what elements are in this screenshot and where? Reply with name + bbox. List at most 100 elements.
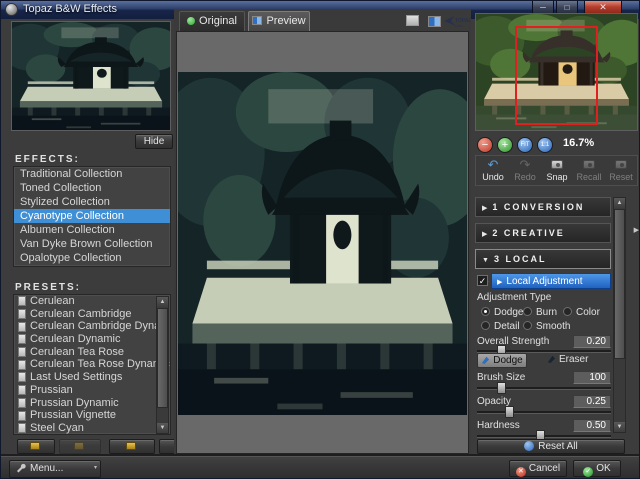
navigator-view-rectangle[interactable] — [515, 26, 599, 126]
scroll-up-icon[interactable]: ▲ — [157, 297, 168, 307]
cancel-icon: ✕ — [516, 467, 526, 477]
menu-button[interactable]: Menu... ▾ — [9, 460, 101, 478]
preset-file-icon — [18, 347, 26, 357]
effects-item[interactable]: Toned Collection — [14, 181, 170, 195]
preset-item[interactable]: Cerulean Cambridge Dynamic — [14, 320, 170, 333]
radio-icon — [523, 321, 532, 330]
save-preset-button[interactable]: Save — [17, 439, 55, 454]
preset-file-icon — [18, 360, 26, 370]
hide-button[interactable]: Hide — [135, 134, 173, 149]
preset-item[interactable]: Steel Cyan — [14, 422, 170, 435]
preset-file-icon — [18, 411, 26, 421]
zoom-fit-icon[interactable]: FIT — [517, 137, 533, 153]
zoom-out-icon[interactable]: − — [477, 137, 493, 153]
panel-collapse-icon[interactable]: ▶ — [634, 226, 639, 234]
radio-icon — [481, 321, 490, 330]
history-toolbar: ↶Undo ↷Redo Snap Recall Reset — [475, 155, 638, 186]
preset-item[interactable]: Last Used Settings — [14, 371, 170, 384]
preset-file-icon — [18, 334, 26, 344]
preset-item[interactable]: Cerulean Tea Rose Dynamic — [14, 358, 170, 371]
dual-view-icon[interactable] — [428, 16, 441, 27]
preset-file-icon — [18, 398, 26, 408]
panel-conversion[interactable]: ▶1 CONVERSION — [475, 197, 611, 217]
radio-detail[interactable]: Detail — [481, 321, 520, 332]
radio-color[interactable]: Color — [563, 307, 600, 318]
single-view-icon[interactable] — [406, 15, 419, 26]
radio-icon — [563, 307, 572, 316]
scrollbar-thumb[interactable] — [157, 308, 168, 408]
effects-item[interactable]: Traditional Collection — [14, 167, 170, 181]
redo-icon: ↷ — [510, 158, 540, 172]
effects-item[interactable]: Stylized Collection — [14, 195, 170, 209]
recall-button: Recall — [574, 158, 604, 185]
slider-handle[interactable] — [505, 406, 514, 418]
local-adjustment-layer[interactable]: ▶Local Adjustment — [491, 273, 611, 289]
preset-item[interactable]: Cerulean Dynamic — [14, 333, 170, 346]
opacity-slider[interactable] — [477, 406, 611, 418]
reset-all-button[interactable]: Reset All — [477, 439, 625, 454]
panel-local-adjustments[interactable]: ▼3 LOCAL ADJUSTMENTS — [475, 249, 611, 269]
eraser-brush-icon — [547, 354, 556, 363]
undo-button[interactable]: ↶Undo — [478, 158, 508, 185]
effects-item[interactable]: Albumen Collection — [14, 223, 170, 237]
panel-creative-effects[interactable]: ▶2 CREATIVE EFFECTS — [475, 223, 611, 243]
radio-icon — [523, 307, 532, 316]
navigator-thumbnail[interactable] — [475, 13, 638, 131]
radio-icon — [481, 307, 490, 316]
preset-item[interactable]: Cerulean — [14, 295, 170, 308]
chevron-right-icon: ▶ — [482, 231, 487, 238]
slider-track[interactable] — [477, 411, 611, 414]
radio-dodge[interactable]: Dodge — [481, 307, 523, 318]
snap-button[interactable]: Snap — [542, 158, 572, 185]
scroll-down-icon[interactable]: ▼ — [157, 423, 168, 433]
effects-item[interactable]: Opalotype Collection — [14, 251, 170, 265]
dodge-brush-button[interactable]: Dodge — [477, 353, 527, 368]
effects-label: EFFECTS: — [15, 154, 80, 165]
delete-preset-button: Delete — [59, 439, 101, 454]
zoom-100-icon[interactable]: 1:1 — [537, 137, 553, 153]
import-icon — [126, 442, 136, 450]
scroll-down-icon[interactable]: ▼ — [614, 422, 625, 432]
radio-smooth[interactable]: Smooth — [523, 321, 570, 332]
effects-list: Traditional Collection Toned Collection … — [13, 166, 171, 267]
slider-handle[interactable] — [497, 382, 506, 394]
thumbnail-image — [12, 22, 170, 130]
import-preset-button[interactable]: Import — [109, 439, 155, 454]
effects-item-selected[interactable]: Cyanotype Collection — [14, 209, 170, 223]
zoom-in-icon[interactable]: + — [497, 137, 513, 153]
adjustment-type-label: Adjustment Type — [477, 292, 551, 303]
scroll-up-icon[interactable]: ▲ — [614, 198, 625, 208]
brush-size-slider[interactable] — [477, 382, 611, 394]
main-image[interactable] — [178, 72, 467, 415]
preset-item[interactable]: Prussian Vignette — [14, 409, 170, 422]
tab-preview[interactable]: Preview — [248, 11, 310, 31]
window-title: Topaz B&W Effects — [23, 3, 117, 15]
svg-text:LABS: LABS — [455, 24, 463, 28]
preset-item[interactable]: Cerulean Cambridge — [14, 308, 170, 321]
save-icon — [30, 442, 40, 450]
presets-label: PRESETS: — [15, 282, 81, 293]
local-adjustment-checkbox[interactable]: ✓ — [477, 275, 488, 286]
radio-burn[interactable]: Burn — [523, 307, 557, 318]
dodge-brush-icon — [481, 355, 490, 364]
zoom-percentage: 16.7% — [563, 137, 594, 149]
dropdown-arrow-icon: ▾ — [94, 460, 97, 476]
right-panel: − + FIT 1:1 16.7% ↶Undo ↷Redo Snap Recal… — [471, 9, 640, 456]
cancel-button[interactable]: ✕Cancel — [509, 460, 567, 477]
presets-scrollbar[interactable]: ▲ ▼ — [156, 296, 169, 434]
preset-file-icon — [18, 372, 26, 382]
effects-item[interactable]: Van Dyke Brown Collection — [14, 237, 170, 251]
preset-item[interactable]: Prussian — [14, 384, 170, 397]
preset-item[interactable]: Cerulean Tea Rose — [14, 346, 170, 359]
original-dot-icon — [187, 17, 195, 25]
preview-area: Original Preview TOPAZ LABS — [174, 9, 471, 456]
reset-button: Reset — [606, 158, 636, 185]
ok-button[interactable]: ✓OK — [573, 460, 621, 477]
eraser-brush-button[interactable]: Eraser — [547, 353, 601, 368]
panel-scrollbar[interactable]: ▲ ▼ — [613, 197, 626, 433]
tab-original[interactable]: Original — [179, 11, 245, 31]
app-window: Topaz B&W Effects ─ □ ✕ Hide EFFECTS: Tr… — [0, 0, 640, 479]
preset-item[interactable]: Prussian Dynamic — [14, 397, 170, 410]
scrollbar-thumb[interactable] — [614, 209, 625, 359]
image-canvas[interactable] — [176, 31, 469, 454]
